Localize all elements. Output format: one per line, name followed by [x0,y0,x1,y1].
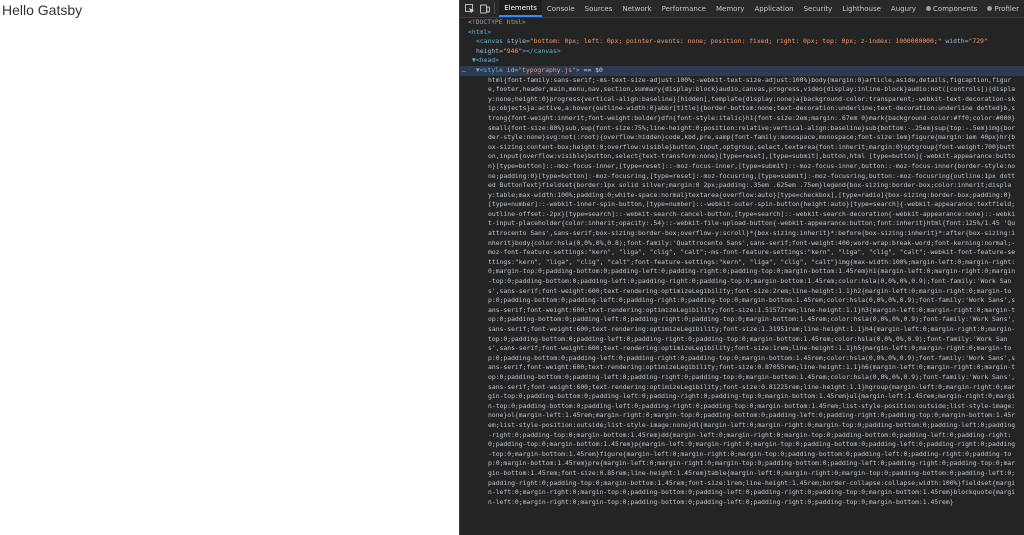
dom-node-style-selected[interactable]: … ▼<style id="typography.js"> == $0 [460,65,1024,76]
react-icon [926,6,932,11]
react-icon [987,6,993,11]
more-options-icon[interactable]: … [460,66,476,74]
tab-network[interactable]: Network [617,0,656,17]
tab-sources[interactable]: Sources [580,0,618,17]
device-toolbar-icon[interactable] [479,2,490,16]
tab-memory[interactable]: Memory [711,0,749,17]
dom-node-doctype[interactable]: <!DOCTYPE html> [460,18,1024,28]
tab-security[interactable]: Security [799,0,838,17]
dom-node-head[interactable]: ▼<head> [460,56,1024,66]
tab-console[interactable]: Console [542,0,580,17]
tab-performance[interactable]: Performance [657,0,711,17]
tab-components[interactable]: Components [921,0,982,17]
tab-augury[interactable]: Augury [886,0,921,17]
toolbar-divider [494,3,496,14]
tab-profiler[interactable]: Profiler [982,0,1024,17]
tab-elements[interactable]: Elements [499,0,542,17]
tab-application[interactable]: Application [749,0,798,17]
inspect-element-icon[interactable] [464,2,475,16]
page-viewport: Hello Gatsby [0,0,459,535]
dom-node-html[interactable]: <html> [460,28,1024,38]
style-text-content: html{font-family:sans-serif;-ms-text-siz… [488,75,1016,506]
dom-node-canvas[interactable]: <canvas style="bottom: 0px; left: 0px; p… [460,37,1024,56]
page-heading: Hello Gatsby [2,2,83,18]
devtools-panel: Elements Console Sources Network Perform… [459,0,1024,535]
devtools-tabbar: Elements Console Sources Network Perform… [460,0,1024,18]
tab-lighthouse[interactable]: Lighthouse [837,0,886,17]
elements-dom-tree[interactable]: <!DOCTYPE html> <html> <canvas style="bo… [460,18,1024,535]
